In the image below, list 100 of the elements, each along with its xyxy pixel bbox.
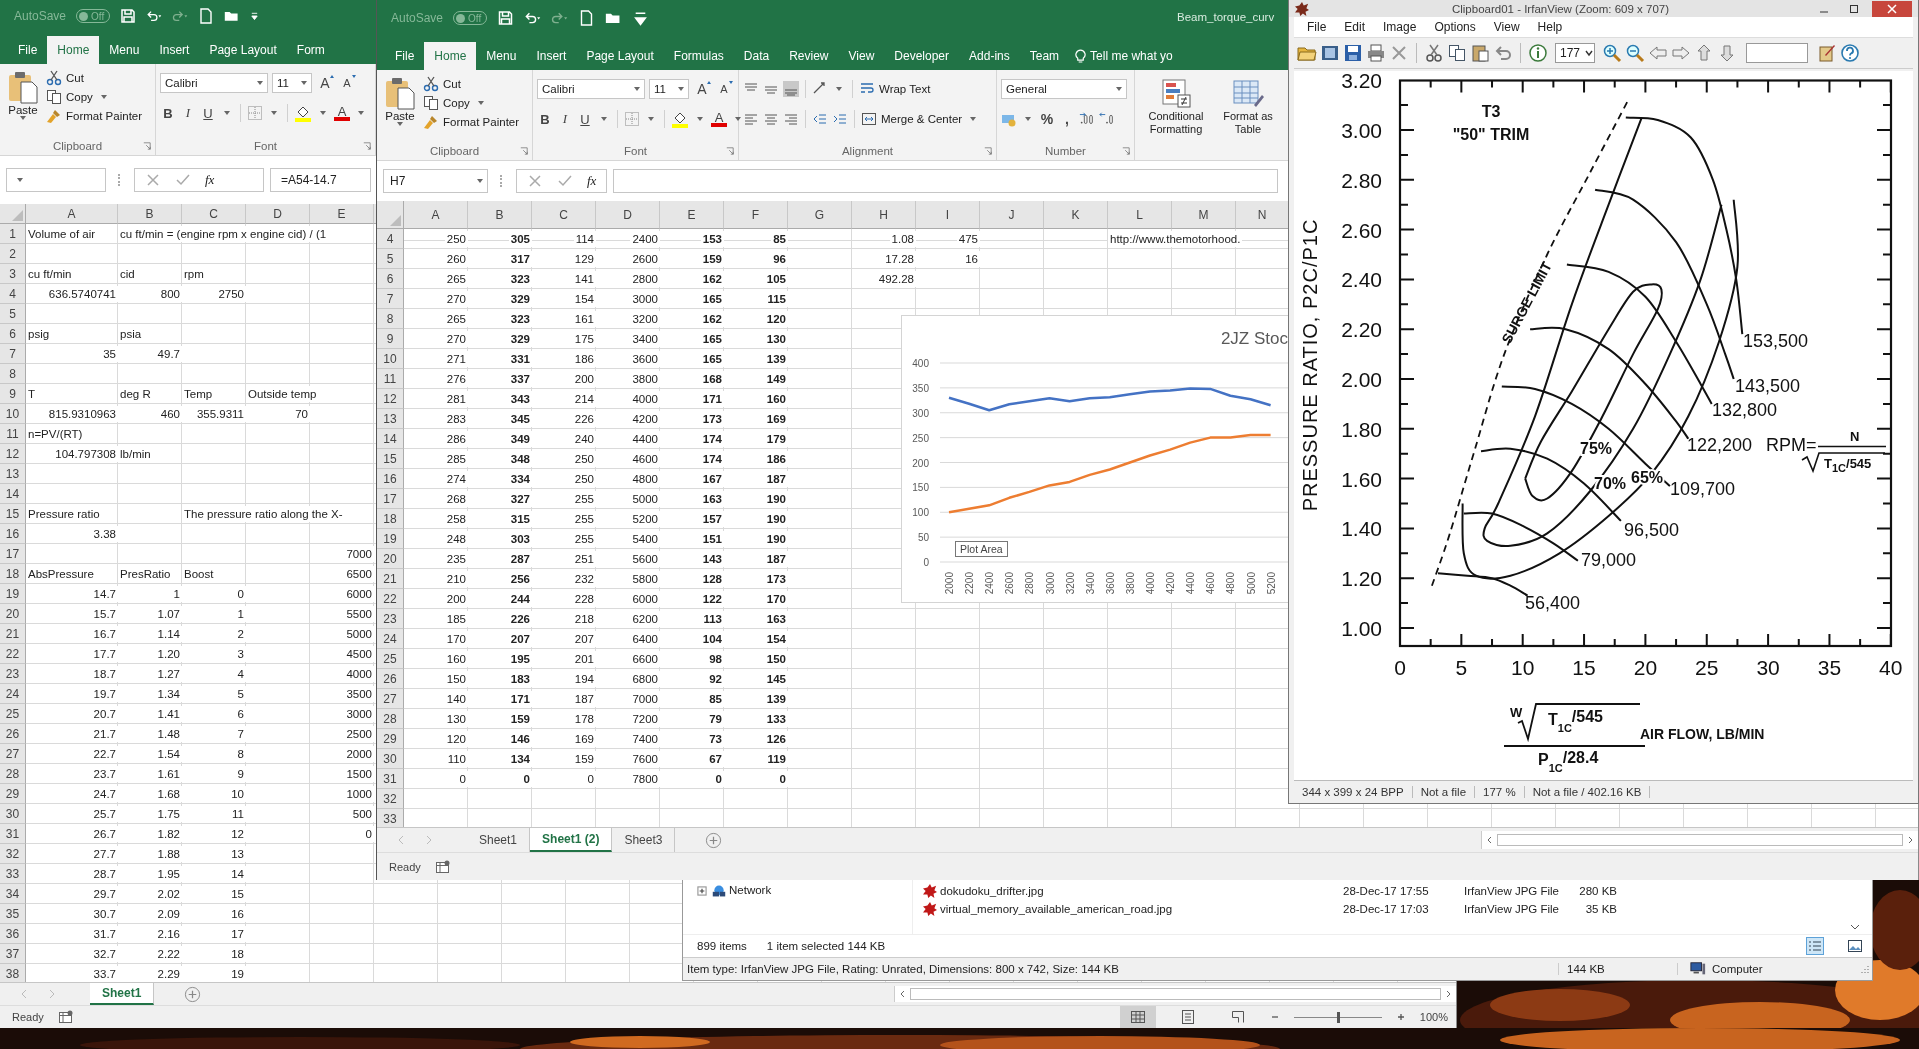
zoom-in-icon[interactable] xyxy=(1395,1012,1406,1022)
column-header[interactable]: E xyxy=(660,201,724,229)
paste-button[interactable]: Paste xyxy=(4,68,42,122)
menu-item[interactable]: Image xyxy=(1374,20,1426,34)
help-icon[interactable] xyxy=(1840,43,1860,63)
align-right-icon[interactable] xyxy=(783,111,799,127)
ribbon-tab[interactable]: Form xyxy=(286,36,335,64)
row-header[interactable]: 4 xyxy=(0,284,26,304)
underline-button[interactable]: U xyxy=(577,109,593,129)
ribbon-tab[interactable]: Home xyxy=(47,36,100,64)
conditional-formatting-button[interactable]: Conditional Formatting xyxy=(1139,74,1213,138)
align-center-icon[interactable] xyxy=(763,111,779,127)
row-header[interactable]: 23 xyxy=(0,664,26,684)
font-size-field[interactable]: 11 xyxy=(649,79,689,99)
increase-indent-icon[interactable] xyxy=(832,111,848,127)
dialog-launcher-icon[interactable] xyxy=(363,142,371,150)
ribbon-tab[interactable]: Home xyxy=(424,42,477,70)
font-name-field[interactable]: Calibri xyxy=(160,73,268,93)
shrink-font-button[interactable]: A xyxy=(338,73,356,93)
row-header[interactable]: 32 xyxy=(377,789,404,809)
row-header[interactable]: 6 xyxy=(0,324,26,344)
row-header[interactable]: 29 xyxy=(0,784,26,804)
row-header[interactable]: 23 xyxy=(377,609,404,629)
tree-item[interactable]: Network xyxy=(729,884,772,896)
ribbon-tab[interactable]: File xyxy=(8,36,48,64)
ribbon-tab[interactable]: Add-ins xyxy=(959,42,1020,70)
row-header[interactable]: 3 xyxy=(0,264,26,284)
row-header[interactable]: 21 xyxy=(0,624,26,644)
insert-function-button[interactable]: fx xyxy=(205,172,215,188)
dialog-launcher-icon[interactable] xyxy=(984,147,992,155)
checkmark-icon[interactable] xyxy=(557,173,573,189)
menu-item[interactable]: File xyxy=(1298,20,1336,34)
column-header[interactable]: K xyxy=(1044,201,1108,229)
grow-font-button[interactable]: A xyxy=(316,73,334,93)
row-header[interactable]: 24 xyxy=(377,629,404,649)
redo-icon[interactable] xyxy=(551,10,569,26)
number-format-field[interactable]: General xyxy=(1001,79,1127,99)
horizontal-scrollbar[interactable] xyxy=(894,986,1456,1002)
row-header[interactable]: 19 xyxy=(377,529,404,549)
row-header[interactable]: 25 xyxy=(377,649,404,669)
caret-icon[interactable] xyxy=(1584,48,1594,58)
tell-me-field[interactable]: Tell me what yo xyxy=(1075,42,1173,70)
row-header[interactable]: 24 xyxy=(0,684,26,704)
column-header[interactable]: D xyxy=(246,204,310,224)
row-header[interactable]: 11 xyxy=(377,369,404,389)
column-header[interactable]: B xyxy=(118,204,182,224)
row-header[interactable]: 9 xyxy=(0,384,26,404)
decrease-indent-icon[interactable] xyxy=(812,111,828,127)
cut-button[interactable]: Cut xyxy=(46,70,143,86)
ribbon-tab[interactable]: Review xyxy=(779,42,839,70)
row-header[interactable]: 7 xyxy=(0,344,26,364)
add-sheet-icon[interactable] xyxy=(705,831,723,849)
row-header[interactable]: 10 xyxy=(0,404,26,424)
row-header[interactable]: 34 xyxy=(0,884,26,904)
font-color-button[interactable]: A xyxy=(711,111,727,127)
ribbon-tab[interactable]: View xyxy=(838,42,885,70)
italic-button[interactable]: I xyxy=(180,103,196,123)
row-header[interactable]: 9 xyxy=(377,329,404,349)
filmstrip-icon[interactable] xyxy=(1320,43,1340,63)
row-header[interactable]: 15 xyxy=(0,504,26,524)
italic-button[interactable]: I xyxy=(557,109,573,129)
row-header[interactable]: 31 xyxy=(377,769,404,789)
ribbon-tab[interactable]: Page Layout xyxy=(576,42,664,70)
row-header[interactable]: 25 xyxy=(0,704,26,724)
dialog-launcher-icon[interactable] xyxy=(1122,147,1130,155)
ribbon-tab[interactable]: Menu xyxy=(99,36,150,64)
font-size-field[interactable]: 11 xyxy=(272,73,312,93)
zoom-in-icon[interactable] xyxy=(1602,43,1622,63)
save-icon[interactable] xyxy=(1343,43,1363,63)
column-header[interactable]: C xyxy=(532,201,596,229)
row-header[interactable]: 5 xyxy=(0,304,26,324)
search-field[interactable] xyxy=(1746,43,1808,63)
horizontal-scrollbar[interactable] xyxy=(1481,831,1918,849)
row-header[interactable]: 21 xyxy=(377,569,404,589)
menu-item[interactable]: Help xyxy=(1528,20,1572,34)
add-sheet-icon[interactable] xyxy=(184,985,202,1003)
font-color-button[interactable]: A xyxy=(334,105,350,121)
menu-item[interactable]: View xyxy=(1484,20,1529,34)
insert-function-button[interactable]: fx xyxy=(587,173,597,189)
format-painter-button[interactable]: Format Painter xyxy=(46,108,143,124)
column-header[interactable]: M xyxy=(1172,201,1236,229)
file-name[interactable]: virtual_memory_available_american_road.jpg xyxy=(940,903,1340,915)
row-header[interactable]: 12 xyxy=(0,444,26,464)
align-left-icon[interactable] xyxy=(743,111,759,127)
row-header[interactable]: 38 xyxy=(0,964,26,982)
maximize-icon[interactable] xyxy=(1848,2,1860,15)
column-header[interactable]: L xyxy=(1108,201,1172,229)
save-icon[interactable] xyxy=(497,10,515,26)
bold-button[interactable]: B xyxy=(537,109,553,129)
row-header[interactable]: 17 xyxy=(0,544,26,564)
row-header[interactable]: 17 xyxy=(377,489,404,509)
ribbon-tab[interactable]: Menu xyxy=(476,42,527,70)
row-header[interactable]: 20 xyxy=(0,604,26,624)
row-header[interactable]: 8 xyxy=(0,364,26,384)
column-header[interactable]: C xyxy=(182,204,246,224)
row-header[interactable]: 18 xyxy=(0,564,26,584)
row-header[interactable]: 30 xyxy=(0,804,26,824)
ribbon-tab[interactable]: Insert xyxy=(526,42,577,70)
ribbon-tab[interactable]: Data xyxy=(733,42,780,70)
sheet-tab[interactable]: Sheet1 xyxy=(90,983,155,1005)
